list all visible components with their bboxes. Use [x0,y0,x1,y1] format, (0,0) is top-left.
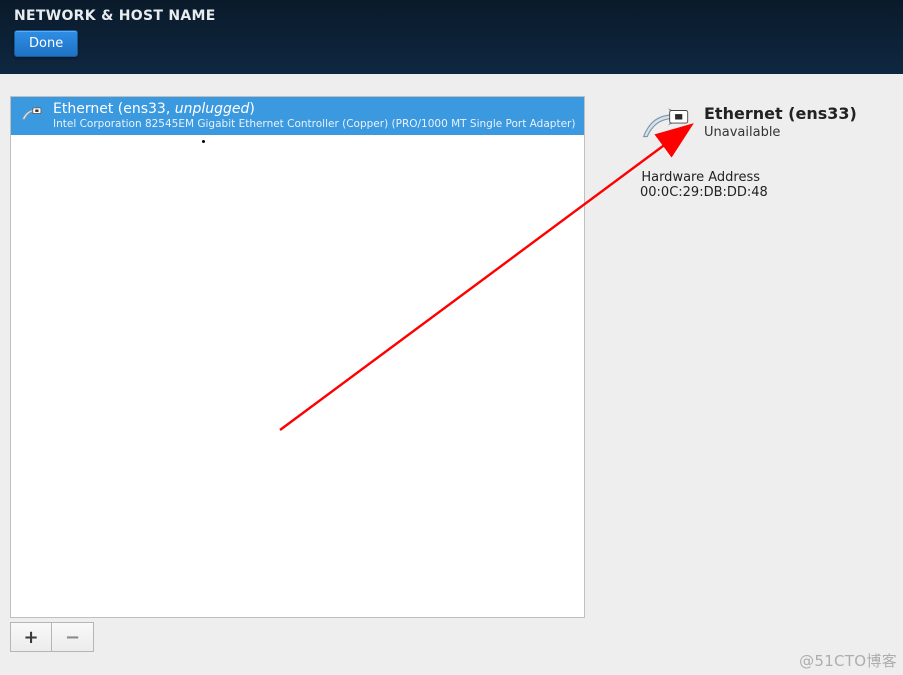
add-remove-toolbar: + − [10,622,94,652]
cursor-dot [202,140,205,143]
device-interface: ens33 [123,101,166,117]
device-name-suffix: ) [249,101,254,117]
details-title: Ethernet (ens33) [704,104,857,123]
ethernet-icon [19,103,45,129]
device-list-panel: Ethernet (ens33, unplugged) Intel Corpor… [10,96,585,618]
remove-device-button[interactable]: − [52,622,94,652]
add-device-button[interactable]: + [10,622,52,652]
device-text: Ethernet (ens33, unplugged) Intel Corpor… [53,101,575,130]
device-sep: , [166,101,175,117]
hardware-address-value: 00:0C:29:DB:DD:48 [640,185,768,200]
content-area: Ethernet (ens33, unplugged) Intel Corpor… [0,74,903,675]
device-details: Ethernet (ens33) Unavailable Hardware Ad… [640,104,890,200]
header-bar: NETWORK & HOST NAME Done [0,0,903,74]
device-description: Intel Corporation 82545EM Gigabit Ethern… [53,118,575,131]
device-list-item[interactable]: Ethernet (ens33, unplugged) Intel Corpor… [11,97,584,135]
details-header: Ethernet (ens33) Unavailable [640,104,890,144]
device-name-line: Ethernet (ens33, unplugged) [53,101,575,118]
device-name-prefix: Ethernet ( [53,101,123,117]
page-title: NETWORK & HOST NAME [14,8,889,24]
watermark: @51CTO博客 [799,650,897,671]
ethernet-icon [640,104,694,144]
done-button[interactable]: Done [14,30,78,57]
hardware-address-label: Hardware Address [640,170,760,185]
device-state: unplugged [175,101,250,117]
hardware-address-row: Hardware Address 00:0C:29:DB:DD:48 [640,170,890,200]
details-status: Unavailable [704,125,857,140]
